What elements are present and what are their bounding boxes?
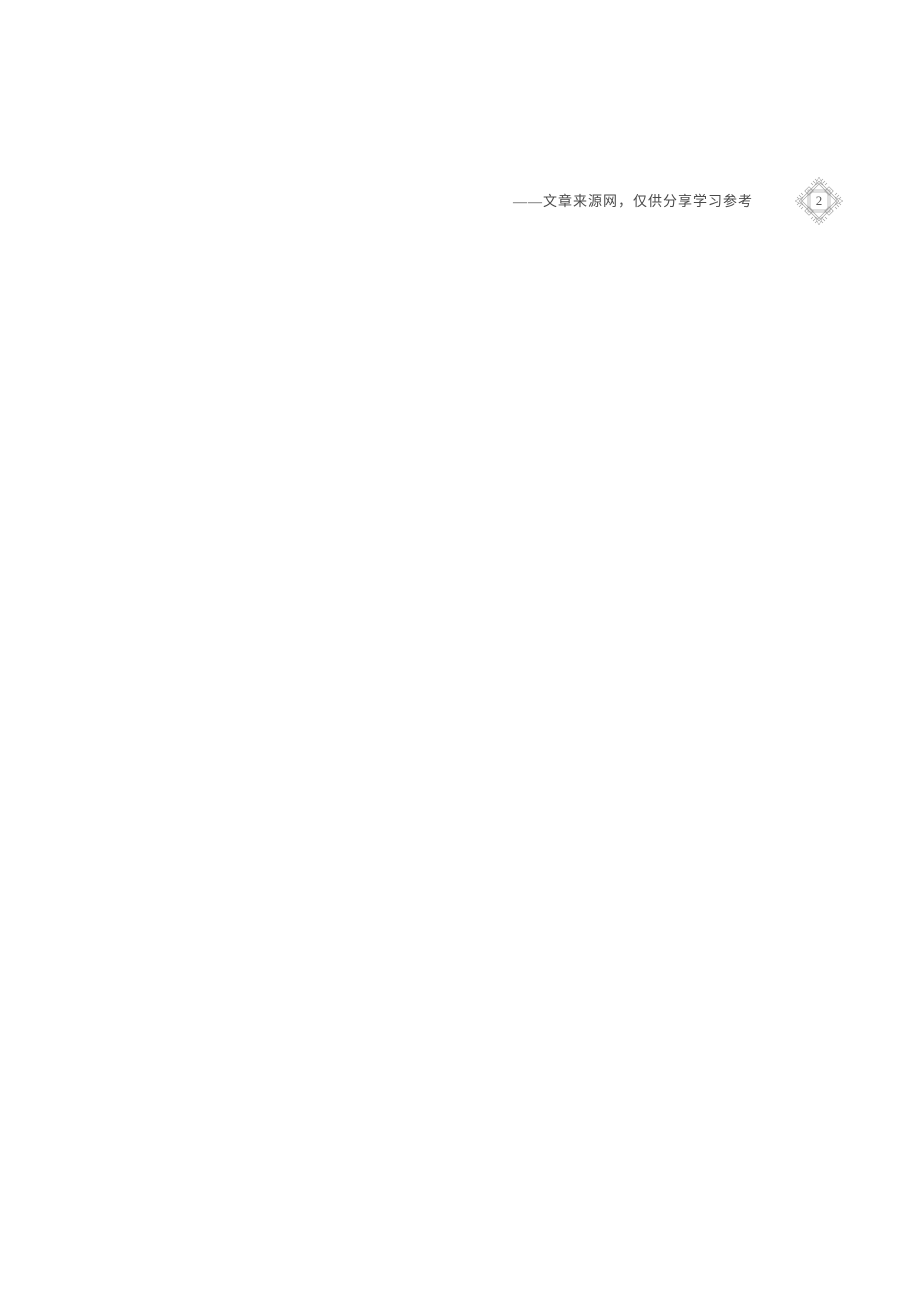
page-number-text: 2 — [816, 193, 823, 209]
header-row: ——文章来源网，仅供分享学习参考 — [0, 175, 920, 227]
page-number-badge: 2 — [793, 175, 845, 227]
source-citation-text: ——文章来源网，仅供分享学习参考 — [513, 191, 753, 211]
